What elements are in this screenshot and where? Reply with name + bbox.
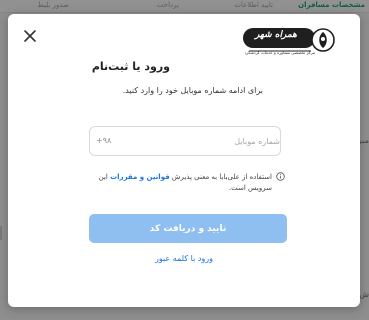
watermark-tagline: مرکز تخصصی مشاوره و خدمات گردشگری <box>245 50 315 55</box>
login-modal: همراه شهر مرکز تخصصی مشاوره و خدمات گردش… <box>8 14 360 307</box>
modal-subtitle: برای ادامه شماره موبایل خود را وارد کنید… <box>122 86 263 95</box>
terms-before: استفاده از علی‌بابا به معنی پذیرش <box>171 173 272 181</box>
watermark-title: همراه شهر <box>255 30 297 40</box>
terms-link[interactable]: قوانین و مقررات <box>110 173 170 181</box>
phone-input[interactable] <box>116 127 284 155</box>
watermark-logo: همراه شهر مرکز تخصصی مشاوره و خدمات گردش… <box>241 26 336 58</box>
terms-text: استفاده از علی‌بابا به معنی پذیرش قوانین… <box>96 172 272 194</box>
country-code: +۹۸ <box>96 136 112 145</box>
password-login-link[interactable]: ورود با کلمه عبور <box>8 254 360 263</box>
phone-field[interactable]: +۹۸ <box>89 126 284 156</box>
modal-title: ورود یا ثبت‌نام <box>91 60 170 73</box>
close-button[interactable] <box>21 27 39 45</box>
close-icon <box>24 30 36 42</box>
submit-button[interactable]: تایید و دریافت کد <box>89 214 287 243</box>
info-icon <box>276 172 285 181</box>
